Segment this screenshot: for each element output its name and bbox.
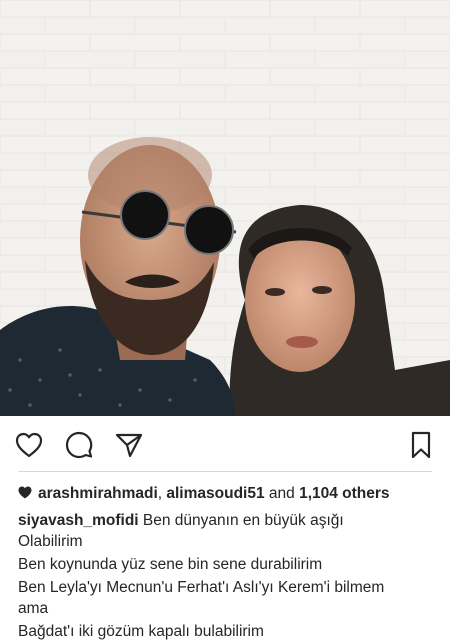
caption-line: Olabilirim [18,533,83,550]
caption-author[interactable]: siyavash_mofidi [18,512,139,529]
paper-plane-icon [115,433,143,458]
bookmark-icon [411,431,431,459]
caption-line: Bağdat'ı iki gözüm kapalı bulabilirim [18,623,264,640]
selfie-image [0,0,450,416]
heart-outline-icon [15,432,43,458]
action-divider [18,471,432,472]
share-button[interactable] [114,430,144,460]
caption-line: ama [18,600,49,617]
caption-line: Ben dünyanın en büyük aşığı [142,512,344,529]
speech-bubble-icon [65,431,93,459]
post-action-bar [0,416,450,472]
likes-and-text: and [264,485,300,502]
post-caption: siyavash_mofidi Ben dünyanın en büyük aş… [18,510,438,642]
likes-summary: arashmirahmadi, alimasoudi51 and 1,104 o… [18,483,438,505]
post-photo[interactable] [0,0,450,416]
comment-button[interactable] [64,430,94,460]
liker-username[interactable]: arashmirahmadi [38,485,158,502]
like-button[interactable] [14,430,44,460]
liker-username[interactable]: alimasoudi51 [166,485,264,502]
likes-others-link[interactable]: 1,104 others [299,485,389,502]
caption-line: Ben Leyla'yı Mecnun'u Ferhat'ı Aslı'yı K… [18,579,385,596]
save-button[interactable] [406,430,436,460]
heart-filled-icon [18,486,32,499]
caption-line: Ben koynunda yüz sene bin sene durabilir… [18,556,323,573]
